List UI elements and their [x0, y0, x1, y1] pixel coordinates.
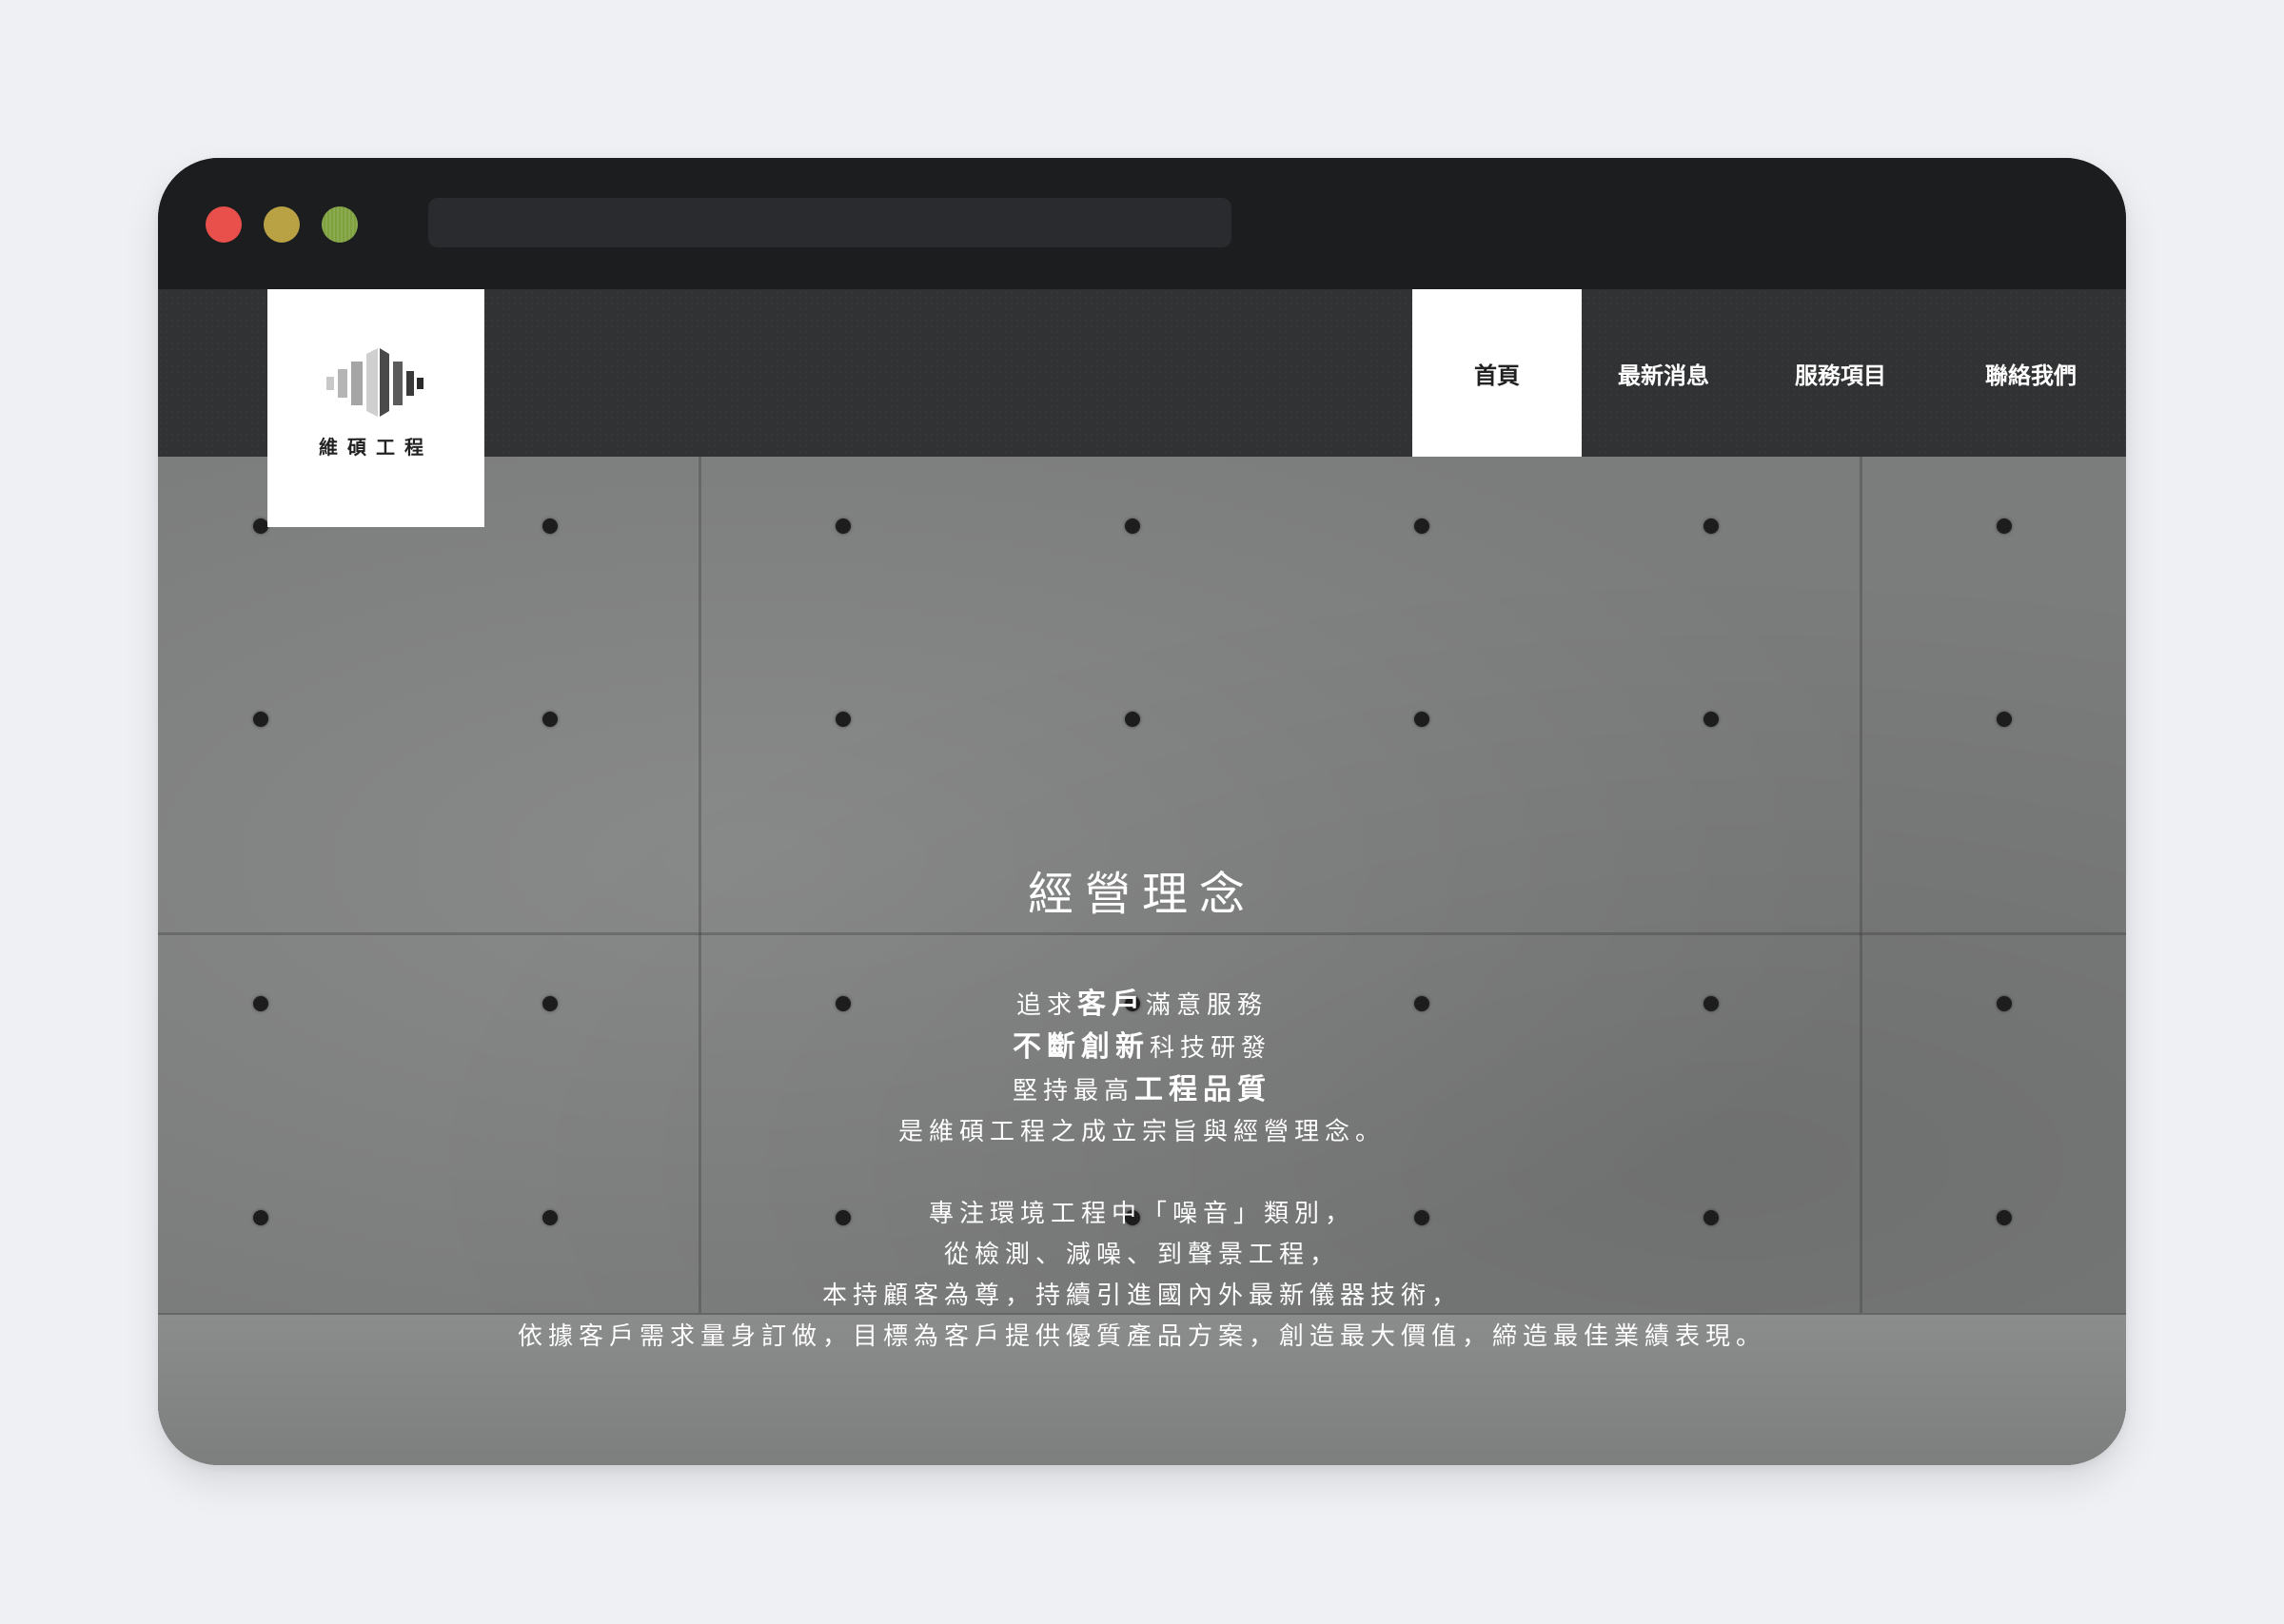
philosophy-paragraph: 追求客戶滿意服務 不斷創新科技研發 堅持最高工程品質 是維碩工程之成立宗旨與經營… [158, 984, 2126, 1153]
maximize-icon[interactable] [322, 206, 358, 243]
address-bar[interactable] [428, 198, 1231, 247]
logo-text: 維碩工程 [319, 436, 433, 459]
close-icon[interactable] [206, 206, 242, 243]
site-header: 維碩工程 首頁 最新消息 服務項目 聯絡我們 [158, 289, 2126, 527]
wall-tie-hole [253, 712, 268, 727]
sound-wave-bars-icon [326, 348, 423, 417]
wall-tie-hole [836, 519, 851, 534]
wall-tie-hole [1414, 519, 1429, 534]
browser-titlebar [158, 158, 2126, 289]
wall-tie-hole [1125, 519, 1140, 534]
wall-tie-hole [1997, 519, 2012, 534]
focus-line: 本持顧客為尊，持續引進國內外最新儀器技術， [821, 1282, 1462, 1310]
focus-line: 從檢測、減噪、到聲景工程， [943, 1241, 1340, 1269]
hero-content: 經營理念 追求客戶滿意服務 不斷創新科技研發 堅持最高工程品質 是維碩工程之成立… [158, 866, 2126, 1358]
wall-tie-hole [1414, 712, 1429, 727]
web-page: 維碩工程 首頁 最新消息 服務項目 聯絡我們 經營理念 追求客戶滿意服務 不斷創… [158, 289, 2126, 1465]
wall-tie-hole [542, 519, 558, 534]
wall-tie-hole [542, 712, 558, 727]
nav-item-services[interactable]: 服務項目 [1745, 289, 1936, 457]
nav-item-home[interactable]: 首頁 [1412, 289, 1582, 457]
hero-banner: 經營理念 追求客戶滿意服務 不斷創新科技研發 堅持最高工程品質 是維碩工程之成立… [158, 457, 2126, 1465]
focus-paragraph: 專注環境工程中「噪音」類別， 從檢測、減噪、到聲景工程， 本持顧客為尊，持續引進… [158, 1194, 2126, 1358]
nav-item-news[interactable]: 最新消息 [1582, 289, 1745, 457]
wall-tie-hole [253, 519, 268, 534]
philosophy-line: 是維碩工程之成立宗旨與經營理念。 [897, 1118, 1386, 1146]
wall-tie-hole [1703, 712, 1719, 727]
main-nav: 首頁 最新消息 服務項目 聯絡我們 [1412, 289, 2126, 457]
wall-tie-hole [1703, 519, 1719, 534]
wall-tie-hole [1125, 712, 1140, 727]
wall-tie-hole [1997, 712, 2012, 727]
philosophy-line: 追求客戶滿意服務 [1015, 988, 1269, 1021]
nav-item-contact[interactable]: 聯絡我們 [1936, 289, 2126, 457]
minimize-icon[interactable] [264, 206, 300, 243]
focus-line: 依據客戶需求量身訂做，目標為客戶提供優質產品方案，創造最大價值，締造最佳業績表現… [517, 1322, 1766, 1351]
philosophy-line: 堅持最高工程品質 [1012, 1073, 1271, 1106]
focus-line: 專注環境工程中「噪音」類別， [928, 1200, 1355, 1228]
hero-heading: 經營理念 [1027, 868, 1256, 921]
philosophy-line: 不斷創新科技研發 [1012, 1030, 1271, 1064]
site-logo[interactable]: 維碩工程 [267, 289, 484, 527]
browser-window: 維碩工程 首頁 最新消息 服務項目 聯絡我們 經營理念 追求客戶滿意服務 不斷創… [158, 158, 2126, 1465]
wall-tie-hole [836, 712, 851, 727]
